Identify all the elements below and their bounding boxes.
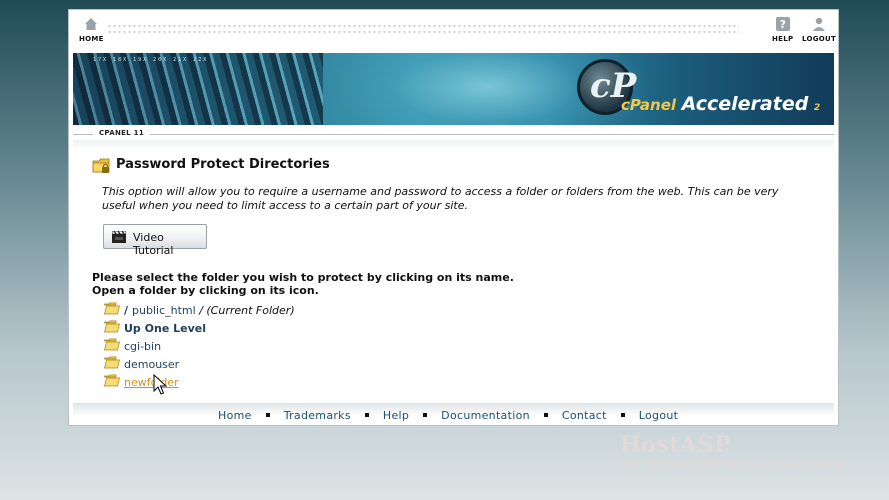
footer-separator [620,413,625,417]
mouse-pointer-icon [153,373,168,396]
current-folder-link[interactable]: public_html [132,304,196,317]
svg-text:?: ? [779,18,786,31]
footer-link-documentation[interactable]: Documentation [441,409,530,422]
toolbar-divider [107,24,739,28]
help-button[interactable]: ? HELP [772,16,793,43]
watermark-tagline: your trusted application service provide… [620,458,849,471]
video-tutorial-button[interactable]: Video Tutorial [103,224,207,257]
version-row: CPANEL 11 [73,128,834,150]
instruction-line-1: Please select the folder you wish to pro… [92,271,514,284]
page-description: This option will allow you to require a … [102,185,779,212]
version-label: CPANEL 11 [93,129,151,137]
open-folder-icon[interactable] [104,302,120,315]
cpanel-window: HOME ? HELP LOGOUT 17X 18X 19X 20X 21X 2… [68,9,839,426]
cpanel-logo-text: cPanel Accelerated 2 [621,93,820,115]
folder-link-demouser[interactable]: demouser [124,358,179,371]
root-slash[interactable]: / [124,304,128,317]
video-tutorial-label: Video Tutorial [133,231,174,257]
logout-label: LOGOUT [802,35,837,43]
watermark: HostASP your trusted application service… [620,432,849,471]
open-folder-icon[interactable] [104,320,120,333]
instruction-line-2: Open a folder by clicking on its icon. [92,284,319,297]
help-label: HELP [772,35,794,43]
user-icon [811,16,827,32]
home-button[interactable]: HOME [79,16,104,43]
footer-link-contact[interactable]: Contact [562,409,607,422]
home-label: HOME [79,35,104,43]
cpanel-banner: 17X 18X 19X 20X 21X 22X cP cPanel Accele… [73,53,834,125]
open-folder-icon[interactable] [104,374,120,387]
footer-nav: Home Trademarks Help Documentation Contact Lo… [73,403,834,425]
home-icon [83,16,99,32]
footer-separator [265,413,270,417]
logo-brand: cPanel [621,96,677,114]
logout-button[interactable]: LOGOUT [802,16,836,43]
logo-version: 2 [813,103,821,113]
watermark-brand: HostASP [620,432,732,458]
help-icon: ? [775,16,791,32]
current-folder-suffix: / (Current Folder) [199,304,295,317]
divider [73,134,834,135]
logo-product: Accelerated [681,93,809,115]
page-title: Password Protect Directories [116,157,330,172]
locked-folder-icon [92,157,111,175]
footer-link-home[interactable]: Home [218,409,252,422]
video-camera-icon [111,230,127,243]
open-folder-icon[interactable] [104,356,120,369]
footer-link-logout[interactable]: Logout [639,409,678,422]
instructions: Please select the folder you wish to pro… [92,271,514,297]
version-row-shade [73,140,834,150]
footer-link-trademarks[interactable]: Trademarks [284,409,351,422]
folder-link-newfolder[interactable]: newfolder [124,376,179,389]
top-toolbar: HOME ? HELP LOGOUT [69,10,838,50]
banner-strip-text: 17X 18X 19X 20X 21X 22X [93,57,209,63]
footer-separator [423,413,428,417]
footer-link-help[interactable]: Help [383,409,409,422]
open-folder-icon[interactable] [104,338,120,351]
footer-separator [364,413,369,417]
toolbar-divider-2 [107,30,739,34]
folder-link-cgi-bin[interactable]: cgi-bin [124,340,161,353]
footer-separator [543,413,548,417]
up-one-level-link[interactable]: Up One Level [124,322,206,335]
